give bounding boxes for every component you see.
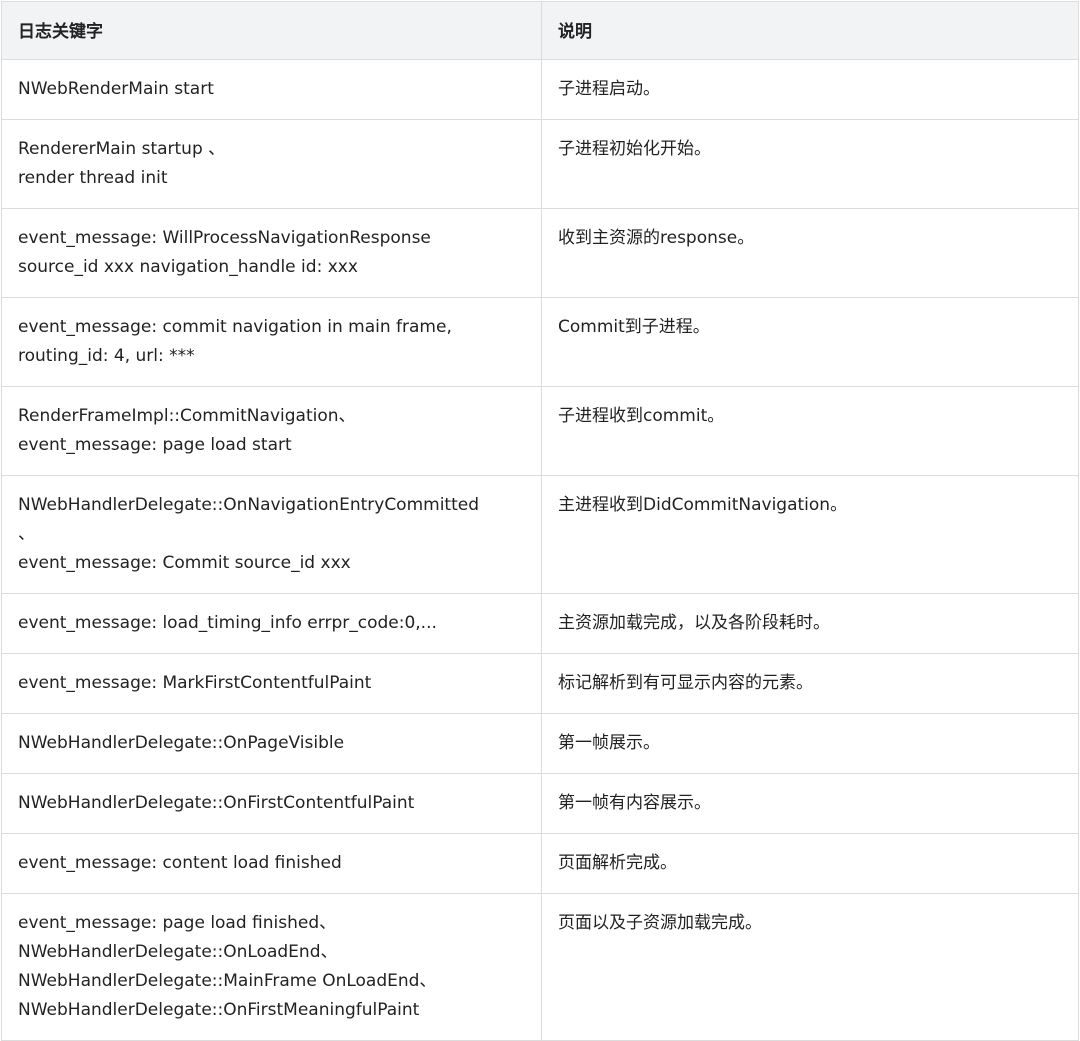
description-cell: 主资源加载完成，以及各阶段耗时。 xyxy=(541,593,1079,654)
keyword-line: NWebHandlerDelegate::OnPageVisible xyxy=(18,733,345,753)
keyword-line: routing_id: 4, url: *** xyxy=(18,346,195,366)
description-cell: 第一帧有内容展示。 xyxy=(541,773,1079,834)
keyword-line: NWebHandlerDelegate::OnFirstMeaningfulPa… xyxy=(18,1000,420,1020)
description-cell: 页面以及子资源加载完成。 xyxy=(541,893,1079,1041)
description-cell: 子进程初始化开始。 xyxy=(541,119,1079,209)
keyword-line: RenderFrameImpl::CommitNavigation、 xyxy=(18,406,356,426)
keyword-line: event_message: load_timing_info errpr_co… xyxy=(18,613,437,633)
description-cell: 标记解析到有可显示内容的元素。 xyxy=(541,653,1079,714)
keyword-line: NWebRenderMain start xyxy=(18,79,214,99)
header-keyword: 日志关键字 xyxy=(1,1,542,60)
table-row: NWebHandlerDelegate::OnPageVisible 第一帧展示。 xyxy=(1,713,1079,774)
keyword-cell: event_message: content load finished xyxy=(1,833,542,894)
keyword-line: NWebHandlerDelegate::OnLoadEnd、 xyxy=(18,942,338,962)
table-row: RenderFrameImpl::CommitNavigation、event_… xyxy=(1,386,1079,476)
table-row: event_message: commit navigation in main… xyxy=(1,297,1079,387)
keyword-cell: RenderFrameImpl::CommitNavigation、event_… xyxy=(1,386,542,476)
keyword-line: event_message: commit navigation in main… xyxy=(18,317,452,337)
log-keyword-table-container: 日志关键字 说明 NWebRenderMain start 子进程启动。 Rende… xyxy=(1,1,1079,1041)
keyword-line: event_message: Commit source_id xxx xyxy=(18,553,351,573)
description-cell: 收到主资源的response。 xyxy=(541,208,1079,298)
keyword-line: NWebHandlerDelegate::OnFirstContentfulPa… xyxy=(18,793,415,813)
keyword-cell: RendererMain startup 、 render thread init xyxy=(1,119,542,209)
keyword-line: NWebHandlerDelegate::OnNavigationEntryCo… xyxy=(18,495,480,515)
keyword-cell: event_message: page load finished、 NWebHa… xyxy=(1,893,542,1041)
table-body: NWebRenderMain start 子进程启动。 RendererMain s… xyxy=(1,59,1079,1041)
keyword-cell: event_message: MarkFirstContentfulPaint xyxy=(1,653,542,714)
description-cell: 子进程启动。 xyxy=(541,59,1079,120)
header-description: 说明 xyxy=(541,1,1079,60)
keyword-line: 、 xyxy=(18,524,35,544)
table-row: NWebRenderMain start 子进程启动。 xyxy=(1,59,1079,120)
table-header: 日志关键字 说明 xyxy=(1,1,1079,60)
table-row: RendererMain startup 、 render thread init… xyxy=(1,119,1079,209)
keyword-line: source_id xxx navigation_handle id: xxx xyxy=(18,257,358,277)
keyword-line: event_message: page load finished、 xyxy=(18,913,337,933)
table-row: event_message: load_timing_info errpr_co… xyxy=(1,593,1079,654)
table-header-row: 日志关键字 说明 xyxy=(1,1,1079,60)
description-cell: 第一帧展示。 xyxy=(541,713,1079,774)
keyword-cell: event_message: WillProcessNavigationResp… xyxy=(1,208,542,298)
keyword-line: event_message: content load finished xyxy=(18,853,342,873)
description-cell: 子进程收到commit。 xyxy=(541,386,1079,476)
description-cell: Commit到子进程。 xyxy=(541,297,1079,387)
keyword-line: RendererMain startup 、 xyxy=(18,139,226,159)
table-row: NWebHandlerDelegate::OnFirstContentfulPa… xyxy=(1,773,1079,834)
description-cell: 主进程收到DidCommitNavigation。 xyxy=(541,475,1079,594)
table-row: event_message: WillProcessNavigationResp… xyxy=(1,208,1079,298)
table-row: NWebHandlerDelegate::OnNavigationEntryCo… xyxy=(1,475,1079,594)
keyword-cell: NWebHandlerDelegate::OnFirstContentfulPa… xyxy=(1,773,542,834)
keyword-cell: event_message: load_timing_info errpr_co… xyxy=(1,593,542,654)
keyword-cell: NWebRenderMain start xyxy=(1,59,542,120)
keyword-line: event_message: WillProcessNavigationResp… xyxy=(18,228,431,248)
keyword-line: NWebHandlerDelegate::MainFrame OnLoadEnd… xyxy=(18,971,437,991)
keyword-cell: NWebHandlerDelegate::OnPageVisible xyxy=(1,713,542,774)
description-cell: 页面解析完成。 xyxy=(541,833,1079,894)
keyword-line: event_message: MarkFirstContentfulPaint xyxy=(18,673,372,693)
keyword-cell: event_message: commit navigation in main… xyxy=(1,297,542,387)
log-keyword-table: 日志关键字 说明 NWebRenderMain start 子进程启动。 Rende… xyxy=(1,1,1079,1041)
keyword-line: event_message: page load start xyxy=(18,435,292,455)
table-row: event_message: page load finished、 NWebHa… xyxy=(1,893,1079,1041)
table-row: event_message: MarkFirstContentfulPaint 标… xyxy=(1,653,1079,714)
table-row: event_message: content load finished 页面解析… xyxy=(1,833,1079,894)
keyword-cell: NWebHandlerDelegate::OnNavigationEntryCo… xyxy=(1,475,542,594)
keyword-line: render thread init xyxy=(18,168,168,188)
